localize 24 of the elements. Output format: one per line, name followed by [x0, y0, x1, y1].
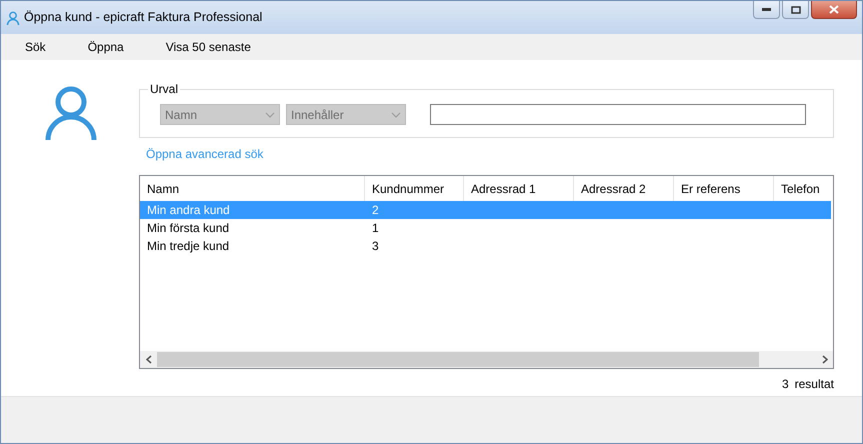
result-count: 3 [782, 376, 789, 393]
person-icon [45, 86, 97, 140]
minimize-icon [762, 8, 771, 11]
table-row[interactable]: Min första kund 1 [140, 219, 831, 237]
scroll-right-icon[interactable] [822, 355, 828, 364]
menu-item[interactable]: Visa 50 senaste [158, 36, 258, 58]
menu-item[interactable]: Sök [18, 36, 53, 58]
chevron-down-icon [391, 112, 401, 118]
search-field[interactable] [430, 104, 806, 125]
menu-item[interactable]: Öppna [80, 36, 131, 58]
chevron-down-icon [265, 112, 275, 118]
table-row[interactable]: Min tredje kund 3 [140, 237, 831, 255]
maximize-button[interactable] [782, 1, 809, 19]
horizontal-scrollbar[interactable] [140, 351, 833, 368]
result-label: resultat [794, 376, 834, 393]
group-label: Urval [149, 83, 180, 95]
scroll-left-icon[interactable] [146, 355, 152, 364]
column-header[interactable]: Telefon [774, 176, 833, 201]
close-button[interactable] [811, 1, 857, 19]
maximize-icon [790, 6, 800, 14]
minimize-button[interactable] [753, 1, 780, 19]
person-icon [6, 10, 20, 24]
window-title: Öppna kund - epicraft Faktura Professional [24, 9, 262, 26]
close-icon [829, 5, 839, 14]
